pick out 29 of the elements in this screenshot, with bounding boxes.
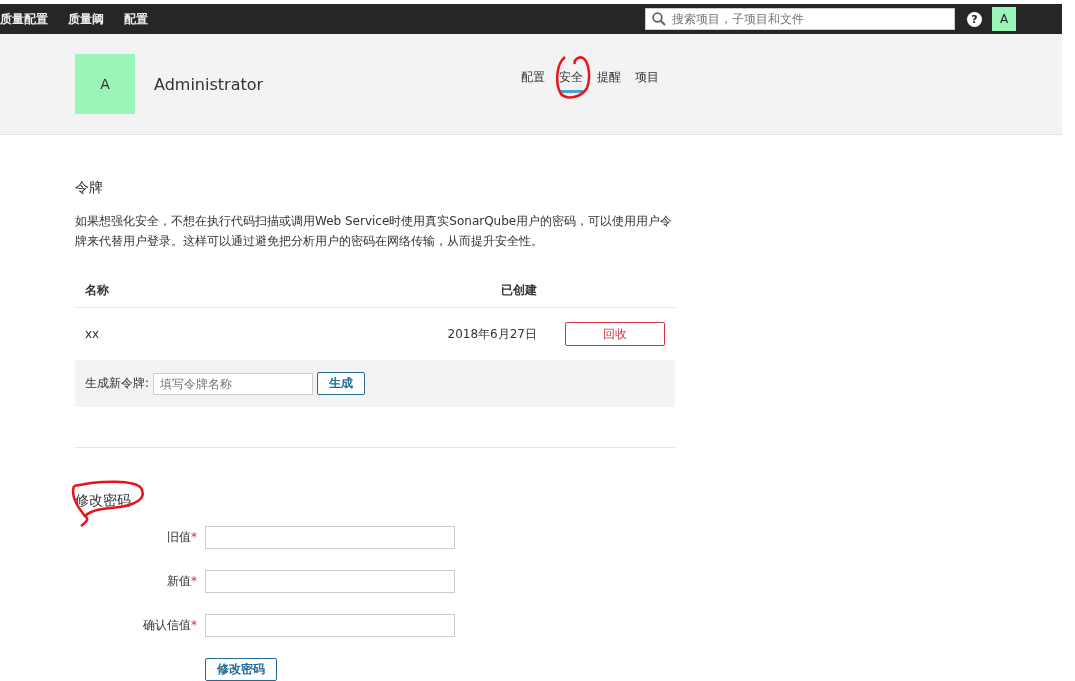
revoke-button[interactable]: 回收 bbox=[565, 322, 665, 346]
column-header: 已创建 bbox=[500, 281, 537, 299]
tab[interactable]: 项目 bbox=[635, 68, 660, 93]
nav-link[interactable]: 质量阈 bbox=[68, 10, 104, 28]
password-field[interactable] bbox=[205, 570, 455, 593]
description-text: 如果想强化安全，不想在执行代码扫描或调用Web Service时使用真实SonarQube用户的密码，可以使用用户令牌来代替用户登录。这样可以通过避免把分析用户的密码在网络传输，从而提升安全性。 bbox=[75, 213, 674, 250]
column-header: 名称 bbox=[85, 281, 110, 299]
tab[interactable]: 提醒 bbox=[597, 68, 622, 93]
field-label: 旧值* bbox=[166, 529, 197, 546]
generate-button[interactable]: 生成 bbox=[317, 372, 366, 395]
field-label: 生成新令牌: bbox=[85, 375, 150, 392]
help-button[interactable]: ? bbox=[967, 11, 982, 27]
token-name-field[interactable]: 填写令牌名称 bbox=[153, 372, 314, 395]
table-cell-text: 2018年6月27日 bbox=[446, 325, 537, 343]
field-label: 新值* bbox=[166, 573, 197, 590]
tab[interactable]: 安全 bbox=[559, 68, 584, 93]
user-avatar[interactable]: A bbox=[992, 7, 1016, 31]
table-cell-text: xx bbox=[85, 327, 101, 341]
user-avatar: A bbox=[75, 54, 135, 114]
user-name: Administrator bbox=[154, 74, 264, 94]
nav-link[interactable]: 质量配置 bbox=[0, 10, 48, 28]
tab[interactable]: 配置 bbox=[521, 68, 546, 93]
section-title: 令牌 bbox=[75, 179, 104, 197]
password-field[interactable] bbox=[205, 526, 455, 549]
field-label: 确认信值* bbox=[142, 617, 197, 634]
password-field[interactable] bbox=[205, 614, 455, 637]
search-field[interactable]: 搜索项目，子项目和文件 bbox=[645, 8, 955, 30]
change-password-button[interactable]: 修改密码 bbox=[205, 658, 277, 681]
nav-link[interactable]: 配置 bbox=[124, 10, 148, 28]
